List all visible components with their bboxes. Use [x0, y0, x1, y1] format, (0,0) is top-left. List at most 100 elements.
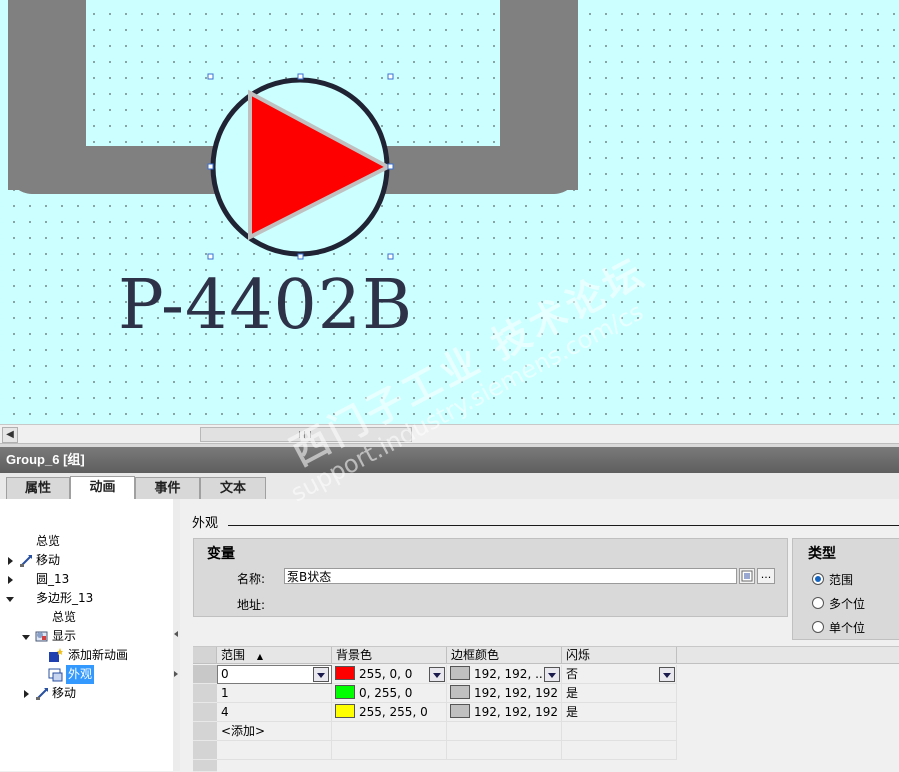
tree-item-label: 总览: [36, 534, 61, 548]
flash-dropdown-button[interactable]: [659, 667, 675, 682]
expand-right-icon[interactable]: [174, 671, 178, 677]
address-label: 地址:: [237, 598, 266, 612]
color-value: 192, 192, 192: [474, 705, 558, 719]
pump-graphic: [8, 0, 578, 260]
empty-cell: [562, 741, 677, 760]
tag-name-field[interactable]: 泵B状态: [284, 568, 737, 584]
pump-tag-label: P-4402B: [118, 266, 414, 345]
radio-multiple-bits[interactable]: [812, 597, 824, 609]
column-header-range[interactable]: 范围 ▲: [217, 647, 332, 664]
range-cell[interactable]: 1: [217, 684, 332, 703]
variable-header: 变量: [207, 546, 235, 562]
appearance-table: 范围 ▲ 背景色 边框颜色 闪烁 0 255, 0, 0 192, 192, .…: [193, 646, 899, 772]
range-dropdown-button[interactable]: [313, 667, 329, 682]
color-swatch: [450, 685, 470, 699]
radio-range[interactable]: [812, 573, 824, 585]
column-header-flash[interactable]: 闪烁: [562, 647, 677, 664]
expand-icon[interactable]: [8, 557, 13, 565]
inspector-tabs: 属性 动画 事件 文本: [0, 473, 899, 500]
empty-cell: [562, 722, 677, 741]
color-swatch: [335, 685, 355, 699]
radio-range-label: 范围: [829, 573, 854, 587]
radio-multiple-bits-label: 多个位: [829, 597, 866, 611]
column-header-background[interactable]: 背景色: [332, 647, 447, 664]
collapse-icon[interactable]: [6, 597, 14, 602]
border-dropdown-button[interactable]: [544, 667, 560, 682]
tree-item-display[interactable]: 显示: [22, 627, 172, 646]
scroll-thumb[interactable]: [200, 427, 412, 442]
tree-item-move-sub[interactable]: 移动: [22, 684, 172, 703]
expand-icon[interactable]: [24, 690, 29, 698]
range-cell[interactable]: 4: [217, 703, 332, 722]
tree-item-label: 圆_13: [36, 572, 70, 586]
empty-cell: [447, 741, 562, 760]
inspector-title: Group_6 [组]: [0, 447, 899, 473]
pane-splitter[interactable]: [173, 499, 180, 771]
row-header[interactable]: [193, 722, 217, 741]
column-header-border[interactable]: 边框颜色: [447, 647, 562, 664]
tree-item-add-animation[interactable]: 添加新动画: [48, 646, 172, 665]
collapse-icon[interactable]: [22, 635, 30, 640]
tree-item-circle[interactable]: 圆_13: [6, 570, 166, 589]
tree-item-label: 总览: [52, 610, 77, 624]
color-value: 0, 255, 0: [359, 686, 413, 700]
add-row-cell[interactable]: <添加>: [217, 722, 332, 741]
list-icon: [741, 570, 753, 582]
appearance-panel: 外观 变量 名称: 泵B状态 ... 地址: 类型 范围 多个位 单个位 范围 …: [180, 499, 899, 772]
tree-item-label: 多边形_13: [36, 591, 94, 605]
radio-single-bit[interactable]: [812, 621, 824, 633]
expand-icon[interactable]: [8, 576, 13, 584]
section-divider: [228, 525, 899, 526]
flash-cell[interactable]: 是: [562, 684, 677, 703]
column-label: 范围: [221, 648, 246, 662]
tab-events[interactable]: 事件: [135, 477, 200, 499]
tag-list-button[interactable]: [739, 568, 755, 584]
type-header: 类型: [808, 546, 836, 562]
row-header[interactable]: [193, 665, 217, 684]
horizontal-scrollbar[interactable]: ◀: [0, 424, 899, 444]
tree-item-overview[interactable]: 总览: [36, 532, 60, 551]
background-color-cell[interactable]: 0, 255, 0: [332, 684, 447, 703]
tree-item-label: 添加新动画: [68, 648, 129, 662]
row-header[interactable]: [193, 703, 217, 722]
color-swatch: [335, 704, 355, 718]
tree-item-label: 移动: [36, 553, 61, 567]
background-dropdown-button[interactable]: [429, 667, 445, 682]
tree-item-overview-sub[interactable]: 总览: [52, 608, 76, 627]
row-header[interactable]: [193, 684, 217, 703]
border-color-cell[interactable]: 192, 192, 192: [447, 684, 562, 703]
empty-cell: [332, 741, 447, 760]
tree-item-label: 外观: [66, 665, 95, 684]
animation-tree: 总览 移动 圆_13 多边形_13 总览 显示 添加新动画 外观 移动: [0, 499, 174, 771]
color-value: 255, 255, 0: [359, 705, 428, 719]
pump-symbol[interactable]: [210, 77, 393, 257]
color-swatch: [335, 666, 355, 680]
background-color-cell[interactable]: 255, 255, 0: [332, 703, 447, 722]
color-value: 192, 192, ...: [474, 667, 547, 681]
browse-button[interactable]: ...: [757, 568, 775, 584]
tree-item-polygon[interactable]: 多边形_13: [6, 589, 166, 608]
tab-texts[interactable]: 文本: [200, 477, 266, 499]
hmi-canvas[interactable]: P-4402B: [0, 0, 899, 424]
tab-properties[interactable]: 属性: [6, 477, 70, 499]
color-swatch: [450, 704, 470, 718]
empty-cell: [217, 741, 332, 760]
tree-item-appearance[interactable]: 外观: [48, 665, 172, 684]
flash-cell[interactable]: 是: [562, 703, 677, 722]
table-corner: [193, 647, 217, 664]
row-header: [193, 760, 217, 772]
variable-group: 变量 名称: 泵B状态 ... 地址:: [193, 538, 788, 617]
border-color-cell[interactable]: 192, 192, 192: [447, 703, 562, 722]
name-label: 名称:: [237, 572, 266, 586]
scroll-left-icon[interactable]: ◀: [2, 427, 18, 443]
column-header-empty: [677, 647, 899, 664]
collapse-left-icon[interactable]: [174, 631, 178, 637]
appearance-icon: [48, 668, 63, 682]
empty-cell: [332, 722, 447, 741]
tab-animations[interactable]: 动画: [70, 476, 135, 500]
color-value: 255, 0, 0: [359, 667, 413, 681]
move-icon: [20, 555, 32, 567]
sort-ascending-icon: ▲: [256, 652, 263, 661]
tree-item-move[interactable]: 移动: [6, 551, 166, 570]
color-swatch: [450, 666, 470, 680]
